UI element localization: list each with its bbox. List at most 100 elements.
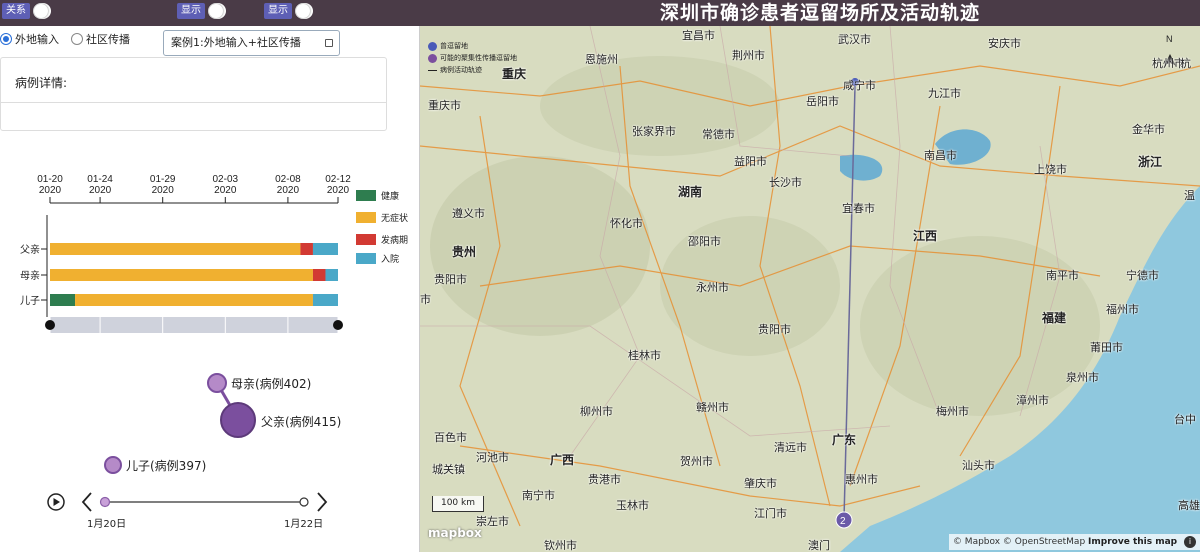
chevron-left-icon[interactable] (81, 492, 92, 512)
bar-segment (50, 243, 301, 255)
brush-range (50, 317, 338, 333)
relation-toggle[interactable]: 关系 (2, 3, 51, 19)
x-tick-year: 2020 (89, 185, 112, 196)
legend-swatch (356, 190, 376, 201)
legend-swatch (356, 234, 376, 245)
city-label: 钦州市 (544, 539, 577, 552)
case-track-line (843, 85, 856, 520)
show-toggle-2[interactable]: 显示 (264, 3, 313, 19)
row-label: 父亲 (20, 243, 40, 256)
map-view[interactable]: 2 N 曾逗留地 可能的聚集性传播逗留地 病例活动轨迹 宜昌市 武汉市 安庆市 … (420, 26, 1200, 552)
slider-handle-start[interactable] (99, 496, 111, 508)
x-tick-year: 2020 (327, 185, 350, 196)
city-label: 咸宁市 (843, 79, 876, 92)
city-label: 武汉市 (838, 33, 871, 46)
legend-label: 健康 (381, 192, 400, 202)
city-label: 恩施州 (585, 53, 618, 66)
province-label: 浙江 (1138, 155, 1163, 169)
slider-handle-end[interactable] (299, 497, 309, 507)
brush-handle-right (333, 320, 343, 330)
city-label: 百色市 (434, 431, 467, 444)
improve-map-link[interactable]: Improve this map (1088, 537, 1177, 547)
relation-network (104, 373, 256, 474)
radio-import[interactable] (0, 33, 12, 45)
city-label: 福州市 (1106, 303, 1139, 316)
legend-label: 无症状 (381, 214, 409, 224)
bar-segment (312, 243, 338, 255)
chevron-right-icon[interactable] (317, 492, 328, 512)
city-label: 怀化市 (610, 217, 643, 230)
legend-swatch (356, 253, 376, 264)
bar-segment (312, 294, 338, 306)
bar-segment (325, 269, 338, 281)
north-label: N (1166, 34, 1173, 44)
toggle-switch[interactable] (295, 3, 313, 19)
row-label: 母亲 (20, 269, 40, 282)
city-label: 汕头市 (962, 459, 995, 472)
case-type-radios: 外地输入 社区传播 (0, 31, 142, 47)
play-icon[interactable] (47, 493, 65, 511)
city-label: 金华市 (1132, 123, 1165, 136)
city-label: 张家界市 (632, 125, 676, 138)
city-label: 九江市 (928, 87, 961, 100)
show-toggle-2-label: 显示 (264, 3, 292, 19)
city-label: 泉州市 (1066, 371, 1099, 384)
city-label: 漳州市 (1016, 394, 1049, 407)
node-label-father: 父亲(病例415) (261, 415, 342, 429)
radio-community[interactable] (71, 33, 83, 45)
info-icon[interactable]: i (1184, 536, 1196, 548)
legend-swatch (356, 212, 376, 223)
city-label: 贵阳市 (434, 273, 467, 286)
bar-segment (50, 294, 76, 306)
top-bar: 关系 显示 显示 深圳市确诊患者逗留场所及活动轨迹 (0, 0, 1200, 26)
bar-segment (312, 269, 326, 281)
city-label: 澳门 (808, 539, 830, 552)
attribution-text[interactable]: © Mapbox © OpenStreetMap (953, 537, 1085, 547)
show-toggle-1-label: 显示 (177, 3, 205, 19)
legend-healthy: 健康 (356, 189, 399, 202)
x-tick-date: 02-03 (213, 174, 239, 185)
province-label: 江西 (913, 229, 938, 243)
lake (840, 154, 883, 181)
city-label: 惠州市 (845, 473, 878, 486)
case-select[interactable]: 案例1:外地输入+社区传播 (163, 30, 340, 56)
case-marker-count: 2 (840, 516, 846, 527)
city-label: 常德市 (702, 128, 735, 141)
city-label: 江门市 (754, 507, 787, 520)
bar-segment (300, 243, 313, 255)
city-label: 南平市 (1046, 269, 1079, 282)
x-tick-year: 2020 (214, 185, 237, 196)
x-tick-date: 01-29 (150, 174, 176, 185)
city-label: 上饶市 (1034, 163, 1067, 176)
divider (1, 102, 386, 103)
toggle-switch[interactable] (208, 3, 226, 19)
city-label: 莆田市 (1090, 341, 1123, 354)
city-label: 肇庆市 (744, 477, 777, 490)
node-father[interactable] (220, 402, 256, 438)
x-tick-date: 02-08 (275, 174, 301, 185)
edge-label: 市 (420, 293, 431, 306)
city-label: 贺州市 (680, 455, 713, 468)
legend-label: 入院 (381, 255, 400, 265)
city-label: 南宁市 (522, 489, 555, 502)
province-label: 福建 (1042, 311, 1067, 325)
province-label: 湖南 (678, 185, 703, 199)
toggle-switch[interactable] (33, 3, 51, 19)
case-detail-title: 病例详情: (15, 76, 68, 90)
city-label: 岳阳市 (806, 95, 839, 108)
city-label: 梅州市 (936, 405, 969, 418)
node-mother[interactable] (207, 373, 227, 393)
city-label: 荆州市 (732, 49, 765, 62)
playback-bar (47, 492, 328, 512)
app-root: 关系 显示 显示 深圳市确诊患者逗留场所及活动轨迹 外地输入 社区传播 案例1:… (0, 0, 1200, 552)
legend-hospital: 入院 (356, 252, 399, 265)
radio-import-label[interactable]: 外地输入 (15, 31, 59, 47)
province-label: 广西 (550, 453, 575, 467)
show-toggle-1[interactable]: 显示 (177, 3, 226, 19)
city-label: 清远市 (774, 441, 807, 454)
edge-label: 温 (1184, 189, 1195, 202)
legend-dot-icon (428, 53, 437, 63)
node-son[interactable] (104, 456, 122, 474)
radio-community-label[interactable]: 社区传播 (86, 31, 130, 47)
mapbox-logo[interactable]: mapbox (428, 526, 482, 540)
